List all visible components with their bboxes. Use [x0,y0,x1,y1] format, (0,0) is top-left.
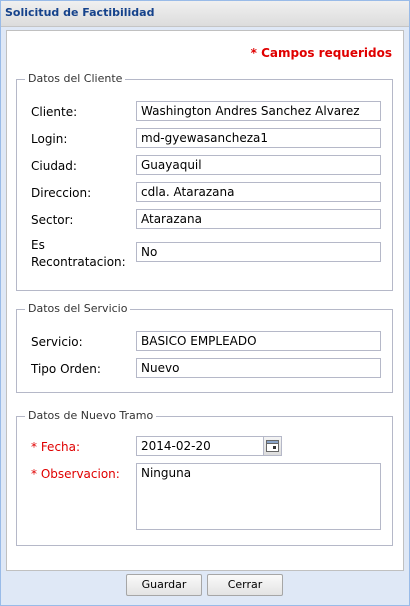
servicio-field[interactable]: BASICO EMPLEADO [136,331,381,351]
label-fecha: * Fecha: [31,440,81,454]
label-recontratacion: Recontratacion: [31,255,126,269]
window-title: Solicitud de Factibilidad [5,6,155,19]
required-fields-note: * Campos requeridos [250,46,392,60]
calendar-icon [266,440,279,452]
sector-field[interactable]: Atarazana [136,209,381,229]
cliente-field[interactable]: Washington Andres Sanchez Alvarez [136,101,381,121]
label-sector: Sector: [31,213,74,227]
label-ciudad: Ciudad: [31,159,77,173]
label-servicio: Servicio: [31,335,83,349]
legend-datos-cliente: Datos del Cliente [25,72,126,85]
ciudad-field[interactable]: Guayaquil [136,155,381,175]
legend-datos-nuevo-tramo: Datos de Nuevo Tramo [25,409,157,422]
cerrar-button[interactable]: Cerrar [207,574,283,596]
observacion-textarea[interactable]: Ninguna [136,463,381,530]
recontratacion-field[interactable]: No [136,242,381,262]
legend-datos-servicio: Datos del Servicio [25,302,131,315]
fieldset-datos-nuevo-tramo: Datos de Nuevo Tramo * Fecha: 2014-02-20… [16,409,393,546]
fecha-field[interactable]: 2014-02-20 [136,436,264,456]
fieldset-datos-cliente: Datos del Cliente Cliente: Washington An… [16,72,393,291]
fieldset-datos-servicio: Datos del Servicio Servicio: BASICO EMPL… [16,302,393,393]
login-field[interactable]: md-gyewasancheza1 [136,128,381,148]
label-observacion: * Observacion: [31,467,120,481]
direccion-field[interactable]: cdla. Atarazana [136,182,381,202]
date-picker-button[interactable] [264,436,282,456]
tipo-orden-field[interactable]: Nuevo [136,358,381,378]
label-cliente: Cliente: [31,105,78,119]
form-body: * Campos requeridos Datos del Cliente Cl… [6,30,404,571]
label-tipo-orden: Tipo Orden: [31,362,101,376]
label-login: Login: [31,132,68,146]
label-es: Es [31,238,45,252]
window-titlebar: Solicitud de Factibilidad [1,1,409,27]
guardar-button[interactable]: Guardar [126,574,202,596]
label-direccion: Direccion: [31,186,92,200]
solicitud-window: Solicitud de Factibilidad * Campos reque… [0,0,410,606]
